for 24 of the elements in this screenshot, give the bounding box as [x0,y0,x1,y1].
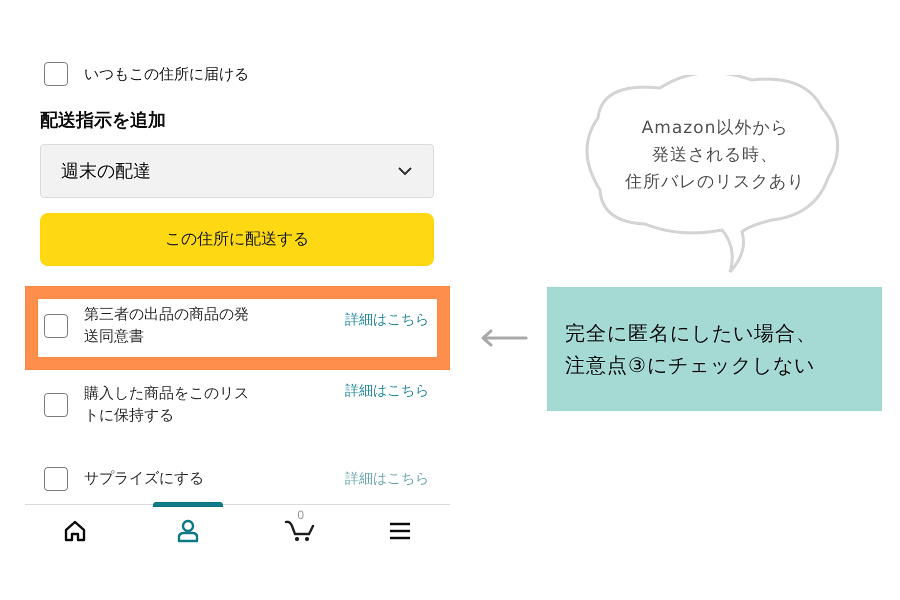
checkbox[interactable] [44,62,68,86]
checkbox-label: 第三者の出品の商品の発送同意書 [84,304,249,347]
checkbox[interactable] [44,314,68,338]
details-link[interactable]: 詳細はこちら [345,311,429,329]
checkbox-label: 購入した商品をこのリストに保持する [84,383,249,426]
chevron-down-icon [397,166,413,176]
callout-text: Amazon以外から 発送される時、 住所バレのリスクあり [624,117,806,194]
nav-tab[interactable]: 0 [250,502,350,555]
details-link[interactable]: 詳細はこちら [345,470,429,488]
home-icon [62,520,87,542]
dropdown[interactable]: 週末の配達 [40,144,434,198]
menu-icon [389,522,412,540]
checkbox-label: いつもこの住所に届ける [84,64,249,84]
ship-button[interactable]: この住所に配送する [40,213,434,266]
note-box: 完全に匿名にしたい場合、 注意点③にチェックしない [547,287,882,411]
details-link[interactable]: 詳細はこちら [345,382,429,400]
cart-count: 0 [297,508,304,522]
person-icon [176,519,199,543]
cart-icon [285,518,316,542]
left-arrow [480,329,528,347]
checkbox[interactable] [44,393,68,417]
checkbox-label: サプライズにする [84,468,205,490]
section-heading: 配送指示を追加 [40,109,167,132]
checkbox[interactable] [44,467,68,491]
